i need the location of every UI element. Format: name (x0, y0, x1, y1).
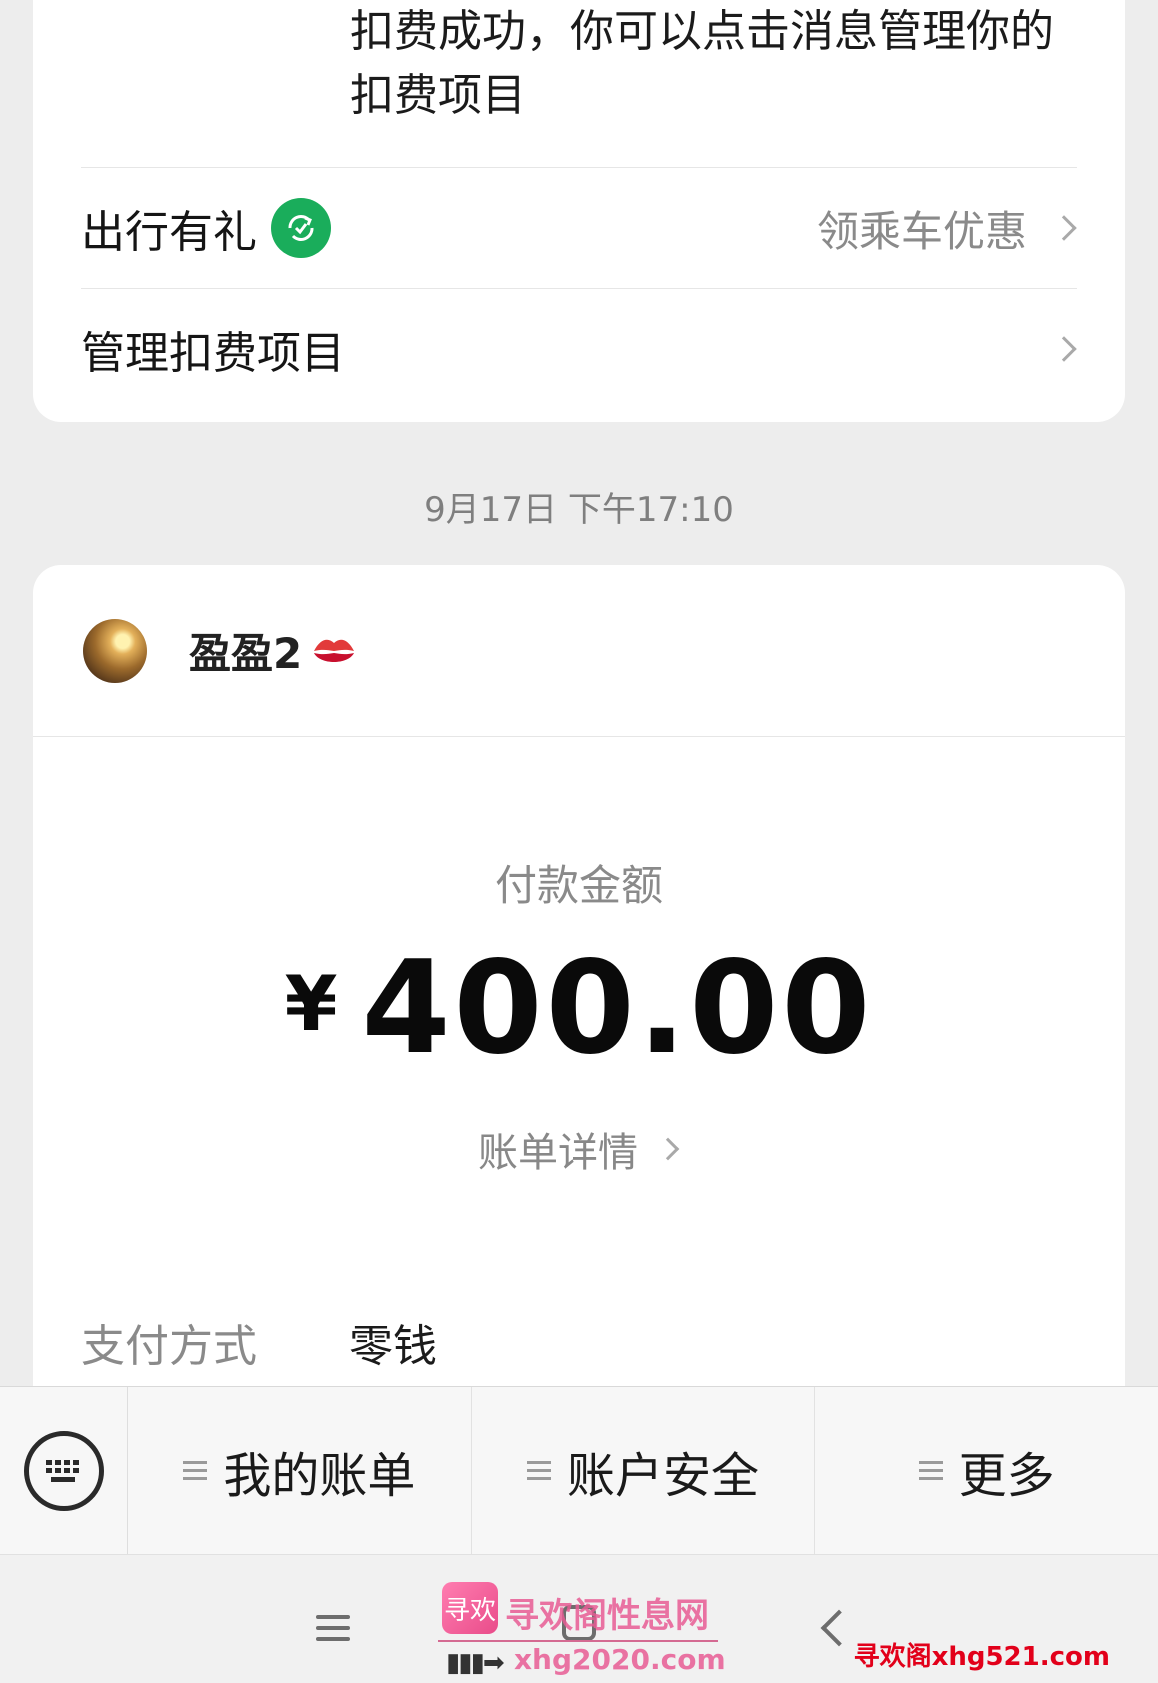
avatar (83, 618, 147, 683)
watermark-underline (438, 1640, 718, 1642)
payment-method-value: 零钱 (349, 1321, 437, 1372)
keyboard-toggle-button[interactable] (0, 1387, 128, 1554)
message-line-1: 扣费成功，你可以点击消息管理你的 (350, 6, 1054, 57)
payee-header[interactable]: 盈盈2 (33, 565, 1125, 737)
watermark-url: xhg2020.com (514, 1643, 726, 1676)
watermark-title: 寻欢阁性息网 (505, 1596, 709, 1636)
payment-amount: ¥ 400.00 (33, 945, 1125, 1073)
payee-name-text: 盈盈2 (189, 629, 303, 678)
menu-account-security[interactable]: 账户安全 (470, 1387, 815, 1554)
travel-gift-row[interactable]: 出行有礼 领乘车优惠 (81, 167, 1077, 288)
amount-label: 付款金额 (494, 861, 663, 910)
menu-my-bills-label: 我的账单 (223, 1447, 416, 1504)
deduction-success-message: 扣费成功，你可以点击消息管理你的 扣费项目 (350, 0, 1090, 128)
message-line-2: 扣费项目 (350, 70, 526, 121)
menu-lines-icon (918, 1456, 943, 1485)
refresh-check-icon (288, 215, 314, 241)
kiss-mark-icon (314, 639, 355, 662)
chevron-right-icon (1051, 336, 1077, 362)
watermark-logo: 寻欢 (442, 1582, 498, 1634)
manage-deduction-row[interactable]: 管理扣费项目 (81, 288, 1077, 409)
recent-apps-icon[interactable] (316, 1608, 350, 1648)
back-icon[interactable] (820, 1609, 858, 1647)
menu-lines-icon (527, 1456, 551, 1485)
bill-detail-label: 账单详情 (478, 1130, 638, 1176)
menu-lines-icon (183, 1456, 208, 1485)
message-timestamp: 9月17日 下午17:10 (424, 490, 734, 530)
service-menu-bar: 我的账单 账户安全 更多 (0, 1386, 1158, 1554)
menu-more[interactable]: 更多 (814, 1387, 1158, 1554)
menu-my-bills[interactable]: 我的账单 (128, 1387, 471, 1554)
watermark-arrow-icon: ▮▮▮➡ (446, 1648, 505, 1678)
currency-symbol: ¥ (284, 959, 338, 1048)
chevron-right-icon (656, 1137, 680, 1161)
bill-detail-link[interactable]: 账单详情 (33, 1120, 1125, 1178)
manage-deduction-label: 管理扣费项目 (81, 328, 345, 379)
travel-gift-label: 出行有礼 (81, 207, 257, 258)
ride-discount-link[interactable]: 领乘车优惠 (817, 198, 1027, 259)
payment-method-row: 支付方式 零钱 (81, 1310, 437, 1374)
menu-more-label: 更多 (958, 1447, 1055, 1504)
chevron-right-icon (1051, 215, 1077, 241)
payment-method-key: 支付方式 (81, 1321, 257, 1372)
menu-account-security-label: 账户安全 (567, 1447, 760, 1504)
payee-name: 盈盈2 (189, 620, 358, 681)
keyboard-icon (23, 1430, 104, 1511)
travel-badge-icon (271, 198, 331, 258)
watermark-url-corner: 寻欢阁xhg521.com (853, 1642, 1110, 1672)
deduction-notice-card: 扣费成功，你可以点击消息管理你的 扣费项目 出行有礼 领乘车优惠 管理扣费项目 (33, 0, 1125, 422)
amount-value: 400.00 (361, 934, 874, 1083)
